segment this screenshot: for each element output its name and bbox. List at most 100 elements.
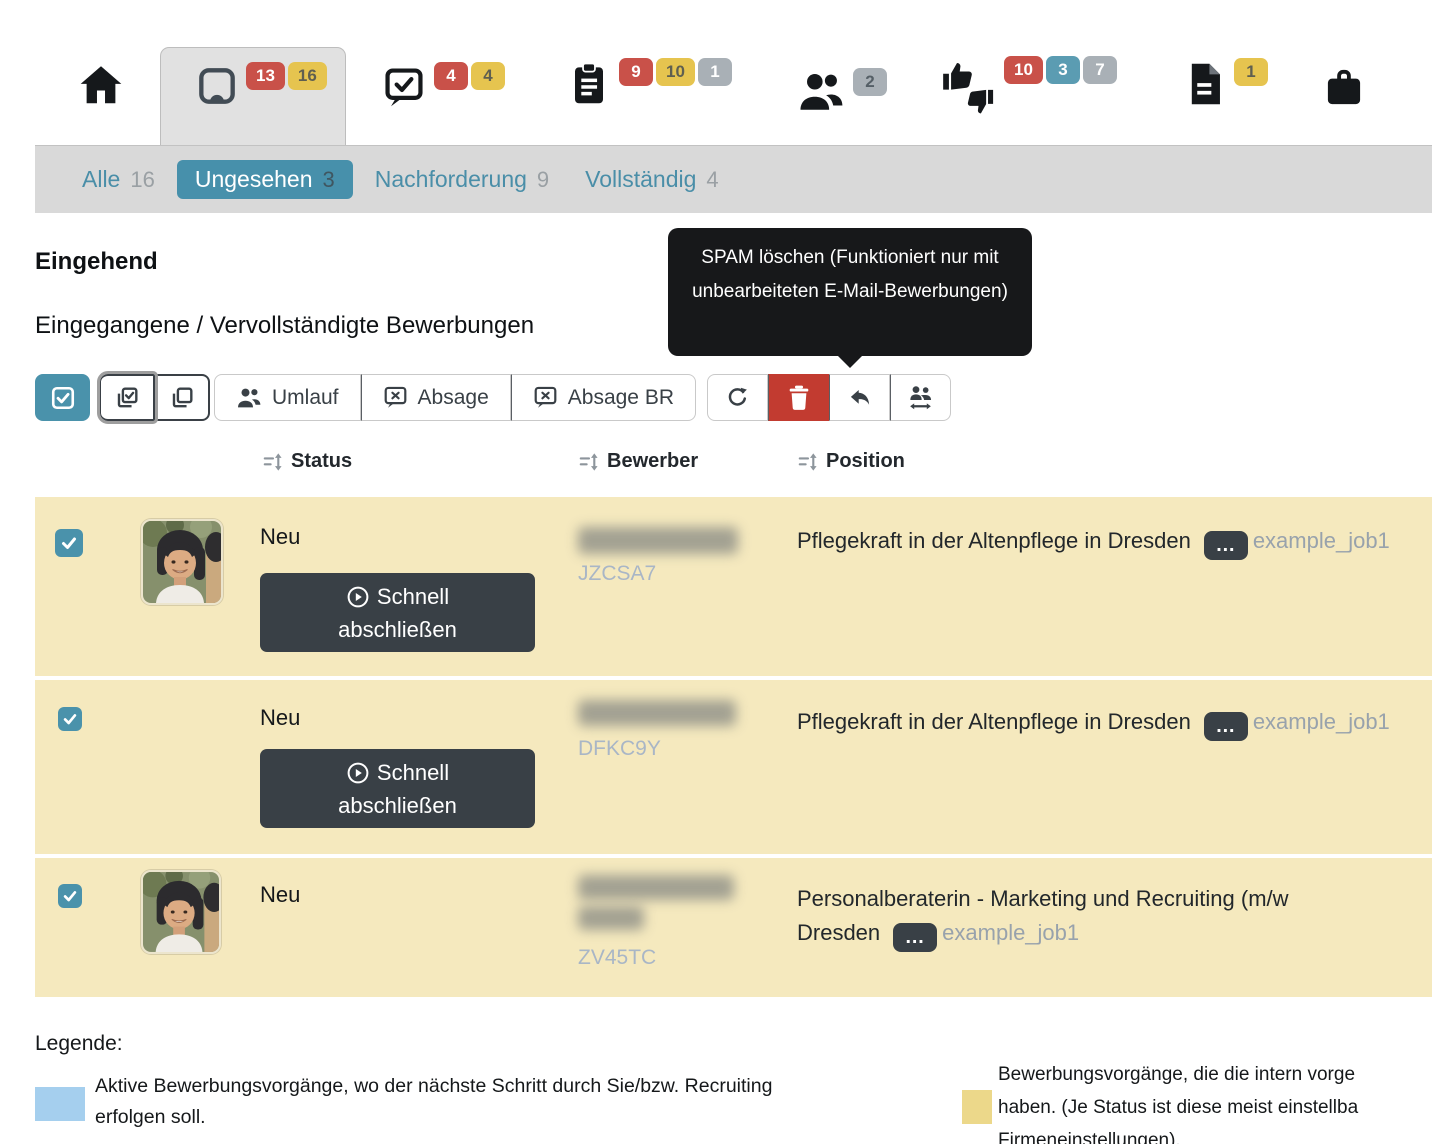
rejection-bubble-icon: [533, 385, 558, 410]
tasks-badges: 9 10 1: [619, 58, 732, 86]
badge: 13: [246, 62, 285, 90]
status-value: Neu: [260, 524, 300, 550]
inbox-icon: [197, 66, 237, 106]
legend-title: Legende:: [35, 1032, 123, 1056]
filter-label: Ungesehen: [195, 166, 313, 193]
applicant-avatar[interactable]: [141, 519, 223, 605]
job-link[interactable]: example_job1: [1253, 528, 1390, 553]
quick-finish-button[interactable]: Schnell abschließen: [260, 573, 535, 652]
documents-badges: 1: [1234, 58, 1268, 86]
applicant-code: DFKC9Y: [578, 737, 661, 761]
job-ellipsis-badge[interactable]: …: [1204, 531, 1248, 560]
select-all-button[interactable]: [35, 374, 90, 421]
refresh-icon: [725, 385, 750, 410]
candidates-badges: 2: [853, 68, 887, 96]
job-ellipsis-badge[interactable]: …: [893, 923, 937, 952]
messages-badges: 4 4: [434, 62, 505, 90]
row-checkbox[interactable]: [58, 884, 82, 908]
trash-icon: [787, 385, 811, 411]
undo-button[interactable]: [829, 374, 890, 421]
spam-delete-tooltip: SPAM löschen (Funktioniert nur mit unbea…: [668, 228, 1032, 356]
applicant-photo: [143, 521, 221, 603]
filter-count: 9: [537, 167, 549, 193]
job-ellipsis-badge[interactable]: …: [1204, 712, 1248, 741]
badge: 16: [288, 62, 327, 90]
filter-tab-nachforderung[interactable]: Nachforderung 9: [361, 160, 563, 199]
legend-line: Bewerbungsvorgänge, die die intern vorge: [998, 1058, 1358, 1091]
page-title: Eingehend: [35, 248, 158, 276]
status-filter-bar: Alle 16 Ungesehen 3 Nachforderung 9 Voll…: [35, 145, 1432, 213]
column-label: Position: [826, 450, 905, 473]
action-button-group: Umlauf Absage Absage BR: [214, 374, 696, 421]
copy-icon: [169, 385, 195, 411]
nav-jobs[interactable]: [1323, 66, 1365, 108]
legend-swatch-blue: [35, 1087, 85, 1121]
nav-documents[interactable]: 1: [1185, 62, 1268, 106]
umlauf-button[interactable]: Umlauf: [214, 374, 361, 421]
copy-selection-button[interactable]: [155, 374, 210, 421]
filter-tab-ungesehen[interactable]: Ungesehen 3: [177, 160, 353, 199]
delete-spam-button[interactable]: [768, 374, 829, 421]
badge: 2: [853, 68, 887, 96]
badge: 4: [434, 62, 468, 90]
filter-count: 3: [323, 167, 335, 193]
row-checkbox[interactable]: [58, 707, 82, 731]
position-line2: Dresden…example_job1: [797, 916, 1289, 952]
application-row[interactable]: Neu ZV45TC Personalberaterin - Marketing…: [35, 858, 1432, 997]
check-icon: [62, 888, 78, 904]
job-link[interactable]: example_job1: [1253, 709, 1390, 734]
absage-button[interactable]: Absage: [361, 374, 511, 421]
absage-br-button[interactable]: Absage BR: [511, 374, 696, 421]
umlauf-label: Umlauf: [272, 386, 339, 410]
position-title: Pflegekraft in der Altenpflege in Dresde…: [797, 528, 1191, 553]
nav-messages[interactable]: 4 4: [383, 66, 505, 108]
top-navigation: 13 16 4 4: [0, 0, 1432, 145]
sort-icon: [797, 452, 819, 472]
absage-label: Absage: [418, 386, 489, 410]
column-label: Bewerber: [607, 450, 698, 473]
legend-text-active: Aktive Bewerbungsvorgänge, wo der nächst…: [95, 1071, 772, 1133]
row-checkbox[interactable]: [55, 529, 83, 557]
applicant-code: ZV45TC: [578, 946, 656, 970]
page-subtitle: Eingegangene / Vervollständigte Bewerbun…: [35, 312, 534, 340]
badge: 1: [1234, 58, 1268, 86]
nav-home[interactable]: [78, 62, 124, 108]
utility-button-group: [707, 374, 951, 421]
application-row[interactable]: Neu Schnell abschließen JZCSA7 Pflegekra…: [35, 497, 1432, 676]
nav-ratings[interactable]: 10 3 7: [941, 60, 1117, 116]
job-link[interactable]: example_job1: [942, 920, 1079, 945]
filter-tab-alle[interactable]: Alle 16: [68, 160, 169, 199]
sort-icon: [578, 452, 600, 472]
filter-tab-vollstaendig[interactable]: Vollständig 4: [571, 160, 733, 199]
briefcase-icon: [1323, 66, 1365, 108]
users-icon: [798, 72, 844, 112]
filter-label: Nachforderung: [375, 166, 527, 193]
column-header-bewerber[interactable]: Bewerber: [578, 450, 698, 473]
thumbs-icon: [941, 60, 995, 116]
nav-candidates[interactable]: 2: [798, 72, 887, 112]
refresh-button[interactable]: [707, 374, 768, 421]
applicant-avatar[interactable]: [141, 870, 221, 954]
column-header-position[interactable]: Position: [797, 450, 905, 473]
quick-finish-button[interactable]: Schnell abschließen: [260, 749, 535, 828]
filter-label: Alle: [82, 166, 120, 193]
nav-inbox-selected-tab[interactable]: 13 16: [160, 47, 346, 145]
transfer-recruiter-button[interactable]: [890, 374, 951, 421]
legend-line: haben. (Je Status ist diese meist einste…: [998, 1091, 1358, 1124]
badge: 3: [1046, 56, 1080, 84]
checked-checkbox-icon: [50, 385, 76, 411]
inbox-badges: 13 16: [246, 62, 327, 90]
check-icon: [62, 711, 78, 727]
column-header-status[interactable]: Status: [262, 450, 352, 473]
nav-tasks[interactable]: 9 10 1: [568, 62, 732, 106]
select-visible-button[interactable]: [100, 374, 155, 421]
badge: 10: [656, 58, 695, 86]
applicant-photo: [143, 872, 219, 952]
sort-icon: [262, 452, 284, 472]
application-row[interactable]: Neu Schnell abschließen DFKC9Y Pflegekra…: [35, 680, 1432, 854]
applicant-code: JZCSA7: [578, 562, 656, 586]
ratings-badges: 10 3 7: [1004, 56, 1117, 84]
clipboard-icon: [568, 62, 610, 106]
table-header: Status Bewerber Position: [0, 450, 1432, 480]
position-cell: Pflegekraft in der Altenpflege in Dresde…: [797, 524, 1390, 560]
